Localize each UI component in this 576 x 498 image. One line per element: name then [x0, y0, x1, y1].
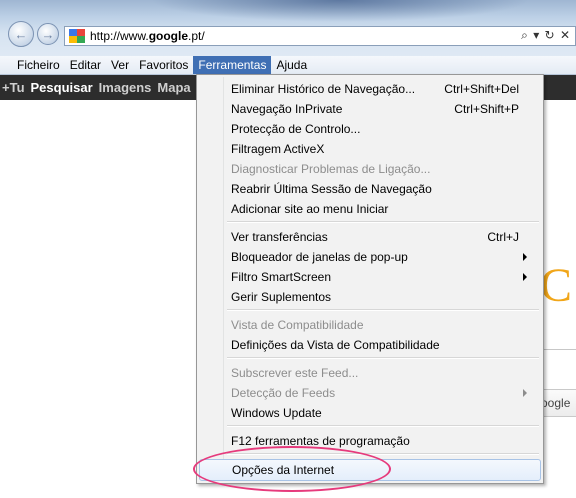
tools-menu-item[interactable]: Vista de Compatibilidade	[199, 315, 541, 335]
tools-menu-item-label: Gerir Suplementos	[231, 290, 332, 304]
tools-menu-item-label: F12 ferramentas de programação	[231, 434, 410, 448]
menu-bar: Ficheiro Editar Ver Favoritos Ferramentas Aju…	[0, 56, 576, 75]
titlebar-glow	[150, 0, 530, 22]
tools-menu-item[interactable]: Subscrever este Feed...	[199, 363, 541, 383]
google-favicon-icon	[69, 29, 85, 43]
tools-menu-item-label: Opções da Internet	[232, 463, 335, 477]
tools-menu-item-label: Bloqueador de janelas de pop-up	[231, 250, 408, 264]
tools-menu-item[interactable]: Eliminar Histórico de Navegação... Ctrl+S…	[199, 79, 541, 99]
browser-toolbar: ← → http://www.google.pt/ ⌕ ▾ ↻ ✕	[0, 0, 576, 56]
google-bar-link-pesquisar[interactable]: Pesquisar	[31, 80, 93, 95]
google-bar-link-imagens[interactable]: Imagens	[99, 80, 152, 95]
menu-separator	[227, 309, 539, 311]
search-box-fragment[interactable]	[541, 349, 576, 350]
tools-menu-item[interactable]: Opções da Internet	[199, 459, 541, 481]
tools-menu-item[interactable]: Gerir Suplementos	[199, 287, 541, 307]
menu-ajuda[interactable]: Ajuda	[271, 56, 312, 74]
forward-button[interactable]: →	[37, 23, 59, 45]
tools-menu-item-label: Diagnosticar Problemas de Ligação...	[231, 162, 431, 176]
menu-separator	[227, 357, 539, 359]
tools-menu-item-label: Definições da Vista de Compatibilidade	[231, 338, 440, 352]
tools-menu-item[interactable]: Protecção de Controlo...	[199, 119, 541, 139]
google-bar-link-tu[interactable]: +Tu	[2, 80, 25, 95]
menu-separator	[227, 453, 539, 455]
tools-menu-item-shortcut: Ctrl+Shift+P	[454, 102, 519, 116]
arrow-right-icon: →	[41, 26, 55, 42]
menu-editar[interactable]: Editar	[65, 56, 106, 74]
tools-menu-item-label: Navegação InPrivate	[231, 102, 343, 116]
tools-menu-item-label: Reabrir Última Sessão de Navegação	[231, 182, 432, 196]
logo-orange-fragment: C	[539, 259, 572, 312]
tools-menu-item-label: Filtro SmartScreen	[231, 270, 332, 284]
tools-menu-item[interactable]: Filtro SmartScreen	[199, 267, 541, 287]
tools-menu-item[interactable]: F12 ferramentas de programação	[199, 431, 541, 451]
menu-separator	[227, 425, 539, 427]
arrow-left-icon: ←	[14, 26, 28, 42]
tools-menu-item-label: Vista de Compatibilidade	[231, 318, 364, 332]
google-bar-link-mapa[interactable]: Mapa	[157, 80, 190, 95]
tools-menu-item[interactable]: Filtragem ActiveX	[199, 139, 541, 159]
tools-menu-item[interactable]: Definições da Vista de Compatibilidade	[199, 335, 541, 355]
tools-menu-item-label: Subscrever este Feed...	[231, 366, 359, 380]
menu-ver[interactable]: Ver	[106, 56, 134, 74]
tools-menu-item[interactable]: Bloqueador de janelas de pop-up	[199, 247, 541, 267]
tools-menu-item[interactable]: Reabrir Última Sessão de Navegação	[199, 179, 541, 199]
menu-ficheiro[interactable]: Ficheiro	[12, 56, 65, 74]
tools-menu-item[interactable]: Navegação InPrivate Ctrl+Shift+P	[199, 99, 541, 119]
tools-menu: Eliminar Histórico de Navegação... Ctrl+S…	[196, 74, 544, 484]
tools-menu-item[interactable]: Ver transferências Ctrl+J	[199, 227, 541, 247]
tools-menu-item[interactable]: Diagnosticar Problemas de Ligação...	[199, 159, 541, 179]
tools-menu-item-label: Windows Update	[231, 406, 322, 420]
tools-menu-item-label: Eliminar Histórico de Navegação...	[231, 82, 416, 96]
submenu-arrow-icon	[523, 273, 527, 281]
tools-menu-item-label: Filtragem ActiveX	[231, 142, 325, 156]
tools-menu-item[interactable]: Adicionar site ao menu Iniciar	[199, 199, 541, 219]
tools-menu-item-shortcut: Ctrl+J	[487, 230, 519, 244]
menu-favoritos[interactable]: Favoritos	[134, 56, 193, 74]
address-url[interactable]: http://www.google.pt/	[90, 29, 205, 43]
submenu-arrow-icon	[523, 253, 527, 261]
tools-menu-item-label: Detecção de Feeds	[231, 386, 336, 400]
tools-menu-item-label: Adicionar site ao menu Iniciar	[231, 202, 389, 216]
back-button[interactable]: ←	[8, 21, 34, 47]
address-tools-icons[interactable]: ⌕ ▾ ↻ ✕	[521, 28, 571, 43]
submenu-arrow-icon	[523, 389, 527, 397]
tools-menu-item-label: Protecção de Controlo...	[231, 122, 361, 136]
menu-separator	[227, 221, 539, 223]
tools-menu-item-label: Ver transferências	[231, 230, 328, 244]
tools-menu-item-shortcut: Ctrl+Shift+Del	[444, 82, 519, 96]
tools-menu-item[interactable]: Detecção de Feeds	[199, 383, 541, 403]
address-bar[interactable]: http://www.google.pt/ ⌕ ▾ ↻ ✕	[64, 26, 576, 46]
tools-menu-item[interactable]: Windows Update	[199, 403, 541, 423]
menu-ferramentas[interactable]: Ferramentas	[193, 56, 272, 74]
